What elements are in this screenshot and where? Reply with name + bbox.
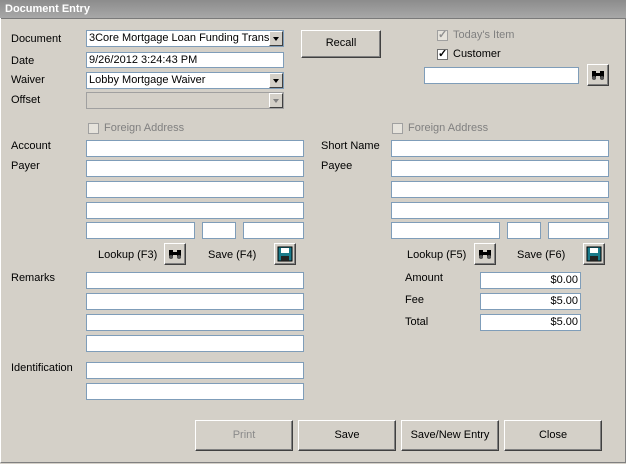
date-label: Date: [11, 55, 35, 67]
short-name-label: Short Name: [321, 140, 380, 152]
amount-label: Amount: [405, 272, 443, 284]
todays-item-label: Today's Item: [453, 29, 515, 41]
payer-zip-field[interactable]: [243, 222, 304, 239]
customer-lookup-button[interactable]: [587, 64, 609, 86]
lookup-f5-label: Lookup (F5): [407, 249, 467, 261]
checkmark-icon: ✓: [438, 48, 448, 60]
customer-search-field[interactable]: [424, 67, 579, 84]
payee-label: Payee: [321, 160, 353, 172]
save-label: Save: [334, 429, 360, 441]
remarks-label: Remarks: [11, 272, 56, 284]
date-field[interactable]: 9/26/2012 3:24:43 PM: [86, 52, 284, 68]
payer-state-field[interactable]: [202, 222, 236, 239]
payer-city-field[interactable]: [86, 222, 195, 239]
save-f4-label: Save (F4): [208, 249, 257, 261]
amount-field[interactable]: $0.00: [480, 272, 581, 289]
payee-lookup-button[interactable]: [474, 243, 496, 265]
customer-checkbox[interactable]: ✓: [437, 48, 448, 60]
remarks-line3-field[interactable]: [86, 314, 304, 331]
payee-state-field[interactable]: [507, 222, 541, 239]
payee-save-button[interactable]: [583, 243, 605, 265]
payee-name-field[interactable]: [391, 160, 609, 177]
offset-select[interactable]: [86, 92, 284, 109]
save-f6-label: Save (F6): [517, 249, 566, 261]
remarks-line4-field[interactable]: [86, 335, 304, 352]
offset-label: Offset: [11, 94, 41, 106]
chevron-down-icon: [269, 73, 283, 88]
close-label: Close: [538, 429, 568, 441]
document-select[interactable]: 3Core Mortgage Loan Funding Transactions: [86, 30, 284, 47]
binoculars-icon: [592, 71, 604, 80]
account-label: Account: [11, 140, 51, 152]
document-value: 3Core Mortgage Loan Funding Transactions: [89, 32, 284, 44]
floppy-disk-icon: [586, 246, 602, 262]
recall-button[interactable]: Recall: [301, 30, 381, 58]
save-new-entry-button[interactable]: Save/New Entry: [401, 420, 499, 451]
identification-line1-field[interactable]: [86, 362, 304, 379]
close-button[interactable]: Close: [504, 420, 602, 451]
identification-line2-field[interactable]: [86, 383, 304, 400]
chevron-down-icon: [269, 93, 283, 108]
foreign-address-left-label: Foreign Address: [104, 122, 185, 134]
foreign-address-left-checkbox[interactable]: [88, 123, 99, 134]
payee-zip-field[interactable]: [548, 222, 609, 239]
payer-address2-field[interactable]: [86, 202, 304, 219]
foreign-address-right-checkbox[interactable]: [392, 123, 403, 134]
print-label: Print: [232, 429, 256, 441]
print-button[interactable]: Print: [195, 420, 293, 451]
title-bar: Document Entry: [0, 0, 626, 19]
save-button[interactable]: Save: [298, 420, 396, 451]
recall-label: Recall: [325, 37, 357, 49]
payee-address1-field[interactable]: [391, 181, 609, 198]
binoculars-icon: [169, 250, 181, 259]
remarks-line2-field[interactable]: [86, 293, 304, 310]
waiver-value: Lobby Mortgage Waiver: [89, 74, 206, 86]
short-name-field[interactable]: [391, 140, 609, 157]
lookup-f3-label: Lookup (F3): [98, 249, 158, 261]
account-field[interactable]: [86, 140, 304, 157]
save-new-entry-label: Save/New Entry: [410, 429, 490, 441]
payer-save-button[interactable]: [274, 243, 296, 265]
todays-item-checkbox[interactable]: ✓: [437, 29, 448, 41]
fee-label: Fee: [405, 294, 424, 306]
payer-lookup-button[interactable]: [164, 243, 186, 265]
binoculars-icon: [479, 250, 491, 259]
fee-field[interactable]: $5.00: [480, 293, 581, 310]
payee-city-field[interactable]: [391, 222, 500, 239]
payer-address1-field[interactable]: [86, 181, 304, 198]
checkmark-icon: ✓: [438, 29, 448, 41]
foreign-address-right-label: Foreign Address: [408, 122, 489, 134]
identification-label: Identification: [11, 362, 73, 374]
waiver-label: Waiver: [11, 74, 45, 86]
remarks-line1-field[interactable]: [86, 272, 304, 289]
floppy-disk-icon: [277, 246, 293, 262]
total-field[interactable]: $5.00: [480, 314, 581, 331]
payer-label: Payer: [11, 160, 40, 172]
window-title: Document Entry: [5, 3, 90, 15]
document-label: Document: [11, 33, 62, 45]
waiver-select[interactable]: Lobby Mortgage Waiver: [86, 72, 284, 89]
payer-name-field[interactable]: [86, 160, 304, 177]
total-label: Total: [405, 316, 429, 328]
payee-address2-field[interactable]: [391, 202, 609, 219]
chevron-down-icon: [269, 31, 283, 46]
customer-label: Customer: [453, 48, 501, 60]
